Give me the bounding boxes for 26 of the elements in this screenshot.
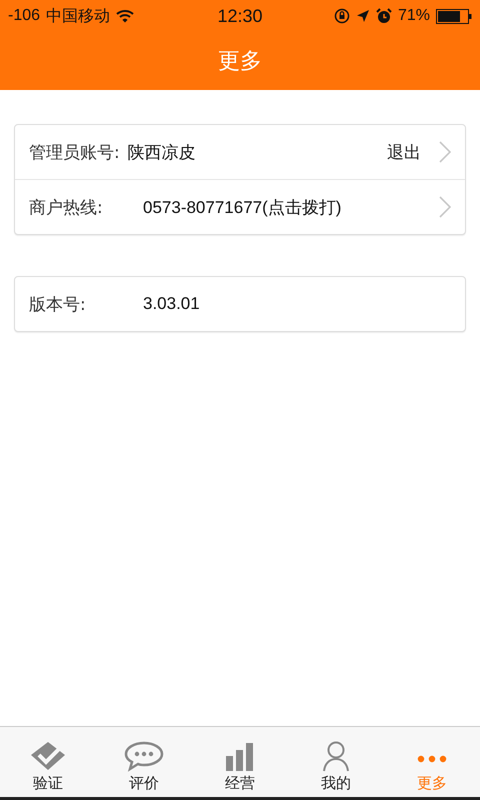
row-label: 版本号:: [29, 294, 87, 316]
tab-item[interactable]: 验证: [0, 727, 96, 797]
row-label: 商户热线:: [29, 196, 104, 218]
location-arrow-icon: [356, 9, 370, 23]
check-icon: [29, 740, 67, 772]
wifi-icon: [116, 9, 134, 23]
rotation-lock-icon: [334, 8, 350, 24]
tab-item[interactable]: 评价: [96, 727, 192, 797]
person-icon: [321, 740, 351, 772]
page-title: 更多: [218, 48, 262, 76]
logout-link[interactable]: 退出: [387, 140, 421, 164]
chat-bubble-icon: [124, 740, 164, 772]
bar-chart-icon: [225, 742, 255, 772]
row-value: 0573-80771677(点击拨打): [143, 196, 342, 218]
signal-strength: -106: [8, 7, 40, 25]
row-label: 管理员账号:: [29, 142, 120, 164]
carrier-name: 中国移动: [46, 6, 110, 26]
tab-item[interactable]: 我的: [288, 727, 384, 797]
battery-icon: [436, 8, 472, 24]
row-value: 3.03.01: [143, 294, 201, 314]
tab-item[interactable]: 经营: [192, 727, 288, 797]
alarm-clock-icon: [376, 8, 392, 24]
more-icon: [417, 754, 447, 764]
battery-percentage: 71%: [398, 7, 430, 25]
row-value: 陕西凉皮: [128, 142, 197, 164]
status-time: 12:30: [217, 6, 263, 26]
